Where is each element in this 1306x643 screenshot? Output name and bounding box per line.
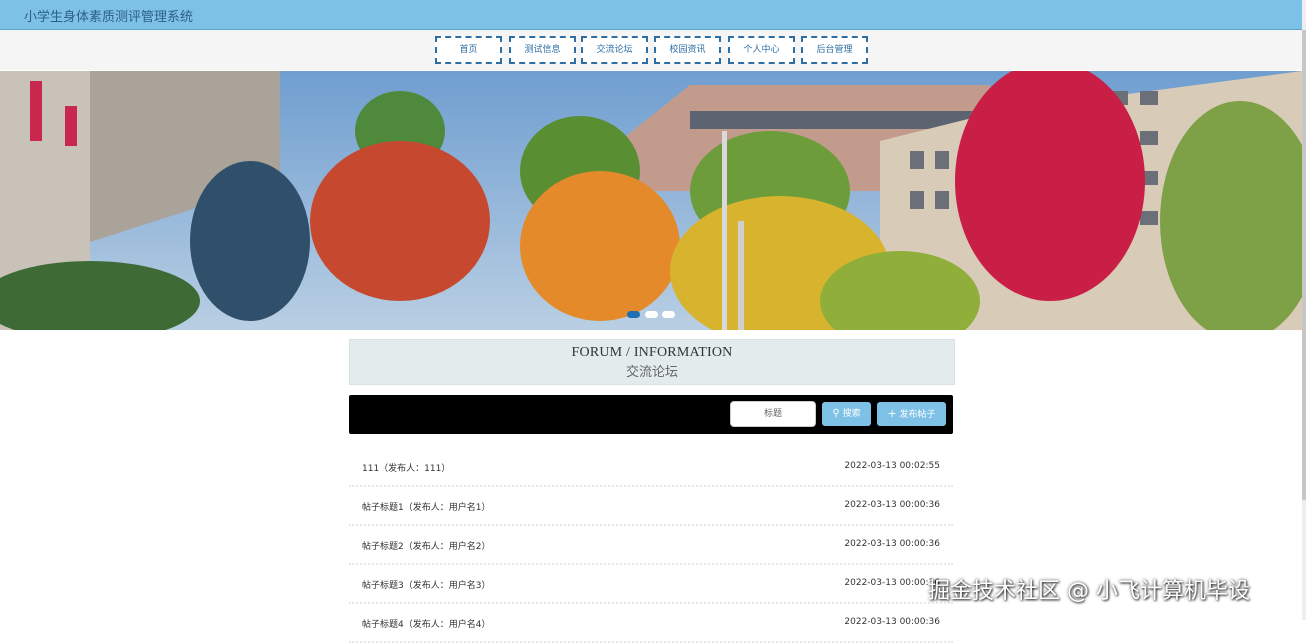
post-date: 2022-03-13 00:02:55 <box>844 461 940 471</box>
post-title[interactable]: 帖子标题4（发布人：用户名4） <box>362 617 490 630</box>
nav-item-home[interactable]: 首页 <box>435 36 502 64</box>
nav-item-admin[interactable]: 后台管理 <box>801 36 868 64</box>
title-search-input[interactable]: 标题 <box>730 401 816 427</box>
post-row[interactable]: 帖子标题3（发布人：用户名3） 2022-03-13 00:00:36 <box>349 564 953 604</box>
page-scrollbar[interactable] <box>1302 0 1306 620</box>
search-icon: ⚲ <box>832 408 840 419</box>
post-row[interactable]: 帖子标题2（发布人：用户名2） 2022-03-13 00:00:36 <box>349 525 953 565</box>
section-header: FORUM / INFORMATION 交流论坛 <box>349 339 955 385</box>
post-row[interactable]: 帖子标题1（发布人：用户名1） 2022-03-13 00:00:36 <box>349 486 953 526</box>
scrollbar-thumb[interactable] <box>1302 30 1306 500</box>
nav-item-forum[interactable]: 交流论坛 <box>581 36 648 64</box>
main-nav: 首页 测试信息 交流论坛 校园资讯 个人中心 后台管理 <box>0 30 1306 70</box>
watermark: 掘金技术社区 @ 小飞计算机毕设 <box>928 579 1250 604</box>
post-row[interactable]: 111（发布人：111） 2022-03-13 00:02:55 <box>349 447 953 487</box>
plus-icon: + <box>887 407 897 420</box>
top-header: 小学生身体素质测评管理系统 <box>0 0 1306 30</box>
post-date: 2022-03-13 00:00:36 <box>844 578 940 588</box>
nav-item-test-info[interactable]: 测试信息 <box>509 36 576 64</box>
post-date: 2022-03-13 00:00:36 <box>844 500 940 510</box>
post-title[interactable]: 帖子标题3（发布人：用户名3） <box>362 578 490 591</box>
banner-carousel[interactable] <box>0 71 1302 330</box>
post-date: 2022-03-13 00:00:36 <box>844 539 940 549</box>
post-title[interactable]: 帖子标题1（发布人：用户名1） <box>362 500 490 513</box>
carousel-dot-1[interactable] <box>627 311 640 318</box>
search-bar: 标题 ⚲ 搜索 + 发布帖子 <box>349 395 953 434</box>
nav-item-campus-news[interactable]: 校园资讯 <box>654 36 721 64</box>
post-title[interactable]: 111（发布人：111） <box>362 461 450 474</box>
carousel-dot-3[interactable] <box>662 311 675 318</box>
campus-banner-image <box>0 71 1302 330</box>
post-title[interactable]: 帖子标题2（发布人：用户名2） <box>362 539 490 552</box>
publish-post-button[interactable]: + 发布帖子 <box>877 402 946 426</box>
search-button-label: 搜索 <box>842 409 861 419</box>
app-title: 小学生身体素质测评管理系统 <box>24 10 194 25</box>
publish-post-label: 发布帖子 <box>899 410 936 420</box>
section-title-zh: 交流论坛 <box>625 365 678 380</box>
carousel-dot-2[interactable] <box>645 311 658 318</box>
nav-item-personal-center[interactable]: 个人中心 <box>728 36 795 64</box>
search-button[interactable]: ⚲ 搜索 <box>822 402 871 426</box>
post-row[interactable]: 帖子标题4（发布人：用户名4） 2022-03-13 00:00:36 <box>349 603 953 643</box>
post-date: 2022-03-13 00:00:36 <box>844 617 940 627</box>
section-title-en: FORUM / INFORMATION <box>571 345 733 360</box>
